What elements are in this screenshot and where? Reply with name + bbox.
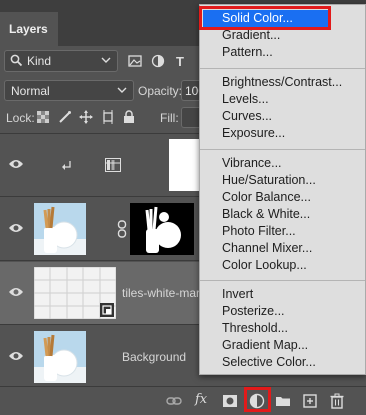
lock-all-icon[interactable] [122,110,136,124]
lock-label: Lock: [6,111,35,125]
lock-transparent-pixels-icon[interactable] [36,110,50,124]
lock-position-icon[interactable] [79,110,93,124]
menu-item-hue-saturation[interactable]: Hue/Saturation... [200,172,365,189]
menu-item-photo-filter[interactable]: Photo Filter... [200,223,365,240]
chevron-down-icon [101,57,111,63]
menu-item-levels[interactable]: Levels... [200,91,365,108]
levels-adjustment-icon [105,158,121,172]
menu-item-posterize[interactable]: Posterize... [200,303,365,320]
visibility-eye-icon[interactable] [8,350,24,362]
menu-item-black-white[interactable]: Black & White... [200,206,365,223]
fill-label: Fill: [160,111,179,125]
layer-thumbnail[interactable] [34,203,86,255]
chevron-down-icon [117,87,127,93]
blend-mode-value: Normal [11,84,50,98]
menu-item-vibrance[interactable]: Vibrance... [200,155,365,172]
link-layers-icon[interactable] [166,393,182,409]
visibility-eye-icon[interactable] [8,158,24,170]
delete-layer-trash-icon[interactable] [329,393,345,409]
adjustment-layer-menu: Solid Color... Gradient... Pattern... Br… [199,4,366,375]
adjustment-filter-icon[interactable] [151,54,165,68]
kind-filter-label: Kind [27,54,52,68]
new-group-folder-icon[interactable] [275,393,291,409]
menu-item-exposure[interactable]: Exposure... [200,125,365,142]
layer-thumbnail[interactable] [34,331,86,383]
menu-separator [200,149,365,150]
clipping-arrow-icon [62,161,71,170]
chain-link-icon[interactable] [117,220,127,238]
opacity-label: Opacity: [138,84,183,98]
pixel-filter-icon[interactable] [128,54,142,68]
svg-text:T: T [176,54,184,68]
layer-style-fx-button[interactable]: fx [195,392,211,408]
lock-artboard-icon[interactable] [101,110,115,124]
layer-name[interactable]: Background [122,350,186,364]
visibility-eye-icon[interactable] [8,222,24,234]
menu-item-pattern[interactable]: Pattern... [200,44,365,61]
menu-separator [200,280,365,281]
type-filter-icon[interactable]: T [173,54,187,68]
new-layer-icon[interactable] [302,393,318,409]
visibility-eye-icon[interactable] [8,286,24,298]
menu-item-color-balance[interactable]: Color Balance... [200,189,365,206]
smart-object-thumbnail[interactable] [34,267,116,319]
layer-name[interactable]: tiles-white-marble [122,286,200,300]
menu-item-threshold[interactable]: Threshold... [200,320,365,337]
panel-footer: fx [0,386,366,415]
menu-item-channel-mixer[interactable]: Channel Mixer... [200,240,365,257]
menu-item-brightness-contrast[interactable]: Brightness/Contrast... [200,74,365,91]
annotation-highlight-solid-color [199,6,331,30]
add-mask-icon[interactable] [222,393,238,409]
layer-mask-thumbnail[interactable] [130,203,194,255]
blend-mode-select[interactable]: Normal [4,80,134,101]
annotation-highlight-adjustment-button [244,387,271,412]
menu-separator [200,68,365,69]
menu-item-selective-color[interactable]: Selective Color... [200,354,365,371]
menu-item-color-lookup[interactable]: Color Lookup... [200,257,365,274]
menu-item-gradient-map[interactable]: Gradient Map... [200,337,365,354]
search-icon [10,54,23,67]
menu-item-curves[interactable]: Curves... [200,108,365,125]
menu-item-invert[interactable]: Invert [200,286,365,303]
kind-filter-select[interactable]: Kind [4,50,118,72]
lock-image-pixels-icon[interactable] [58,110,72,124]
tab-layers[interactable]: Layers [0,12,58,46]
